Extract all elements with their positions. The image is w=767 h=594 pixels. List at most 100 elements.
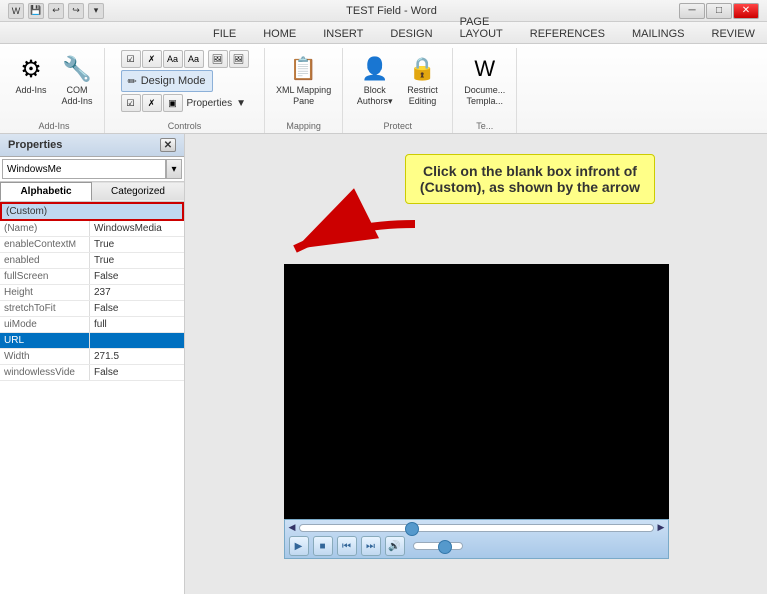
quick-access-icon[interactable]: ▾ — [88, 3, 104, 19]
prop-name-width: Width — [0, 349, 90, 364]
object-selector: ▾ — [0, 157, 184, 182]
properties-tabs: Alphabetic Categorized — [0, 182, 184, 202]
ctrl-btn-3[interactable]: ▣ — [163, 94, 183, 112]
tab-review[interactable]: REVIEW — [699, 24, 767, 43]
tab-mailings[interactable]: MAILINGS — [619, 24, 698, 43]
prop-value-enablecontext[interactable]: True — [90, 237, 184, 252]
custom-row[interactable]: (Custom) — [0, 202, 184, 221]
prop-value-url[interactable] — [90, 333, 184, 348]
design-mode-button[interactable]: ✏ Design Mode — [121, 70, 213, 92]
tab-alphabetic[interactable]: Alphabetic — [0, 182, 92, 201]
player-controls: ◀ ▶ ▶ ■ ⏮ ⏭ 🔊 — [284, 519, 669, 559]
main-layout: Properties ✕ ▾ Alphabetic Categorized (C… — [0, 134, 767, 594]
com-add-ins-icon: 🔧 — [61, 53, 93, 85]
prop-value-uimode[interactable]: full — [90, 317, 184, 332]
prop-row-width: Width 271.5 — [0, 349, 184, 365]
seek-bar[interactable] — [299, 524, 654, 532]
restrict-editing-label: RestrictEditing — [407, 85, 438, 107]
save-icon[interactable]: 💾 — [28, 3, 44, 19]
controls-bottom: ☑ ✗ ▣ — [121, 94, 183, 112]
block-authors-button[interactable]: 👤 BlockAuthors▾ — [352, 50, 398, 110]
close-button[interactable]: ✕ — [733, 3, 759, 19]
templates-content: W Docume...Templa... — [459, 50, 510, 131]
seek-right-indicator: ▶ — [658, 522, 664, 533]
prop-name-windowlessvideo: windowlessVide — [0, 365, 90, 380]
controls-group-label: Controls — [105, 121, 264, 131]
img-btn[interactable]: 🖼 — [208, 50, 228, 68]
add-ins-content: ⚙ Add-Ins 🔧 COMAdd-Ins — [10, 50, 98, 131]
block-authors-label: BlockAuthors▾ — [357, 85, 393, 107]
checkbox-3[interactable]: Aa — [163, 50, 183, 68]
properties-panel: Properties ✕ ▾ Alphabetic Categorized (C… — [0, 134, 185, 594]
prop-name-name: (Name) — [0, 221, 90, 236]
tab-insert[interactable]: INSERT — [310, 24, 376, 43]
volume-slider[interactable] — [413, 542, 463, 550]
window-title: TEST Field - Word — [346, 5, 437, 17]
prop-name-height: Height — [0, 285, 90, 300]
prev-button[interactable]: ⏮ — [337, 536, 357, 556]
redo-icon[interactable]: ↪ — [68, 3, 84, 19]
minimize-button[interactable]: ─ — [679, 3, 705, 19]
tab-design[interactable]: DESIGN — [377, 24, 445, 43]
stop-button[interactable]: ■ — [313, 536, 333, 556]
xml-mapping-button[interactable]: 📋 XML MappingPane — [271, 50, 336, 110]
tab-categorized[interactable]: Categorized — [92, 182, 184, 201]
play-button[interactable]: ▶ — [289, 536, 309, 556]
object-dropdown[interactable] — [2, 159, 166, 179]
group-button[interactable]: ▼ — [236, 98, 246, 109]
prop-value-windowlessvideo[interactable]: False — [90, 365, 184, 380]
tab-page-layout[interactable]: PAGE LAYOUT — [447, 12, 516, 43]
prop-name-url: URL — [0, 333, 90, 348]
restrict-editing-button[interactable]: 🔒 RestrictEditing — [401, 50, 443, 110]
checkbox-2[interactable]: ✗ — [142, 50, 162, 68]
doc-area: Click on the blank box infront of(Custom… — [185, 134, 767, 594]
ribbon-group-templates: W Docume...Templa... Te... — [453, 48, 517, 133]
document-template-button[interactable]: W Docume...Templa... — [459, 50, 510, 110]
ctrl-btn-1[interactable]: ☑ — [121, 94, 141, 112]
properties-button[interactable]: Properties — [187, 98, 233, 109]
media-player-video — [284, 264, 669, 519]
prop-row-height: Height 237 — [0, 285, 184, 301]
prop-name-enablecontext: enableContextM — [0, 237, 90, 252]
prop-value-fullscreen[interactable]: False — [90, 269, 184, 284]
com-add-ins-button[interactable]: 🔧 COMAdd-Ins — [56, 50, 98, 110]
prop-table: (Name) WindowsMedia enableContextM True … — [0, 221, 184, 594]
control-buttons: ▶ ■ ⏮ ⏭ 🔊 — [289, 536, 664, 556]
object-dropdown-arrow[interactable]: ▾ — [166, 159, 182, 179]
restrict-editing-icon: 🔒 — [406, 53, 438, 85]
doc-template-icon: W — [469, 53, 501, 85]
volume-button[interactable]: 🔊 — [385, 536, 405, 556]
prop-row-url: URL — [0, 333, 184, 349]
next-button[interactable]: ⏭ — [361, 536, 381, 556]
prop-value-enabled[interactable]: True — [90, 253, 184, 268]
tab-references[interactable]: REFERENCES — [517, 24, 618, 43]
annotation-box: Click on the blank box infront of(Custom… — [405, 154, 655, 204]
title-bar: W 💾 ↩ ↪ ▾ TEST Field - Word ─ □ ✕ — [0, 0, 767, 22]
mapping-content: 📋 XML MappingPane — [271, 50, 336, 131]
title-bar-left: W 💾 ↩ ↪ ▾ — [8, 3, 104, 19]
properties-close-button[interactable]: ✕ — [160, 138, 176, 152]
checkbox-1[interactable]: ☑ — [121, 50, 141, 68]
img-btn-2[interactable]: 🖼 — [229, 50, 249, 68]
tab-file[interactable]: FILE — [200, 24, 249, 43]
prop-value-name[interactable]: WindowsMedia — [90, 221, 184, 236]
add-ins-button[interactable]: ⚙ Add-Ins — [10, 50, 52, 99]
undo-icon[interactable]: ↩ — [48, 3, 64, 19]
xml-mapping-icon: 📋 — [288, 53, 320, 85]
com-add-ins-label: COMAdd-Ins — [61, 85, 92, 107]
prop-row-enabled: enabled True — [0, 253, 184, 269]
prop-value-height[interactable]: 237 — [90, 285, 184, 300]
ribbon-group-controls: ☑ ✗ Aa Aa 🖼 🖼 ✏ Design Mode ☑ — [105, 48, 265, 133]
checkbox-4[interactable]: Aa — [184, 50, 204, 68]
prop-value-stretchtofit[interactable]: False — [90, 301, 184, 316]
properties-header: Properties ✕ — [0, 134, 184, 157]
prop-row-fullscreen: fullScreen False — [0, 269, 184, 285]
add-ins-icon: ⚙ — [15, 53, 47, 85]
ribbon: ⚙ Add-Ins 🔧 COMAdd-Ins Add-Ins ☑ ✗ Aa Aa… — [0, 44, 767, 134]
tab-home[interactable]: HOME — [250, 24, 309, 43]
ctrl-btn-2[interactable]: ✗ — [142, 94, 162, 112]
seek-thumb — [405, 522, 419, 536]
prop-value-width[interactable]: 271.5 — [90, 349, 184, 364]
controls-checkboxes: ☑ ✗ Aa Aa — [121, 50, 204, 68]
maximize-button[interactable]: □ — [706, 3, 732, 19]
